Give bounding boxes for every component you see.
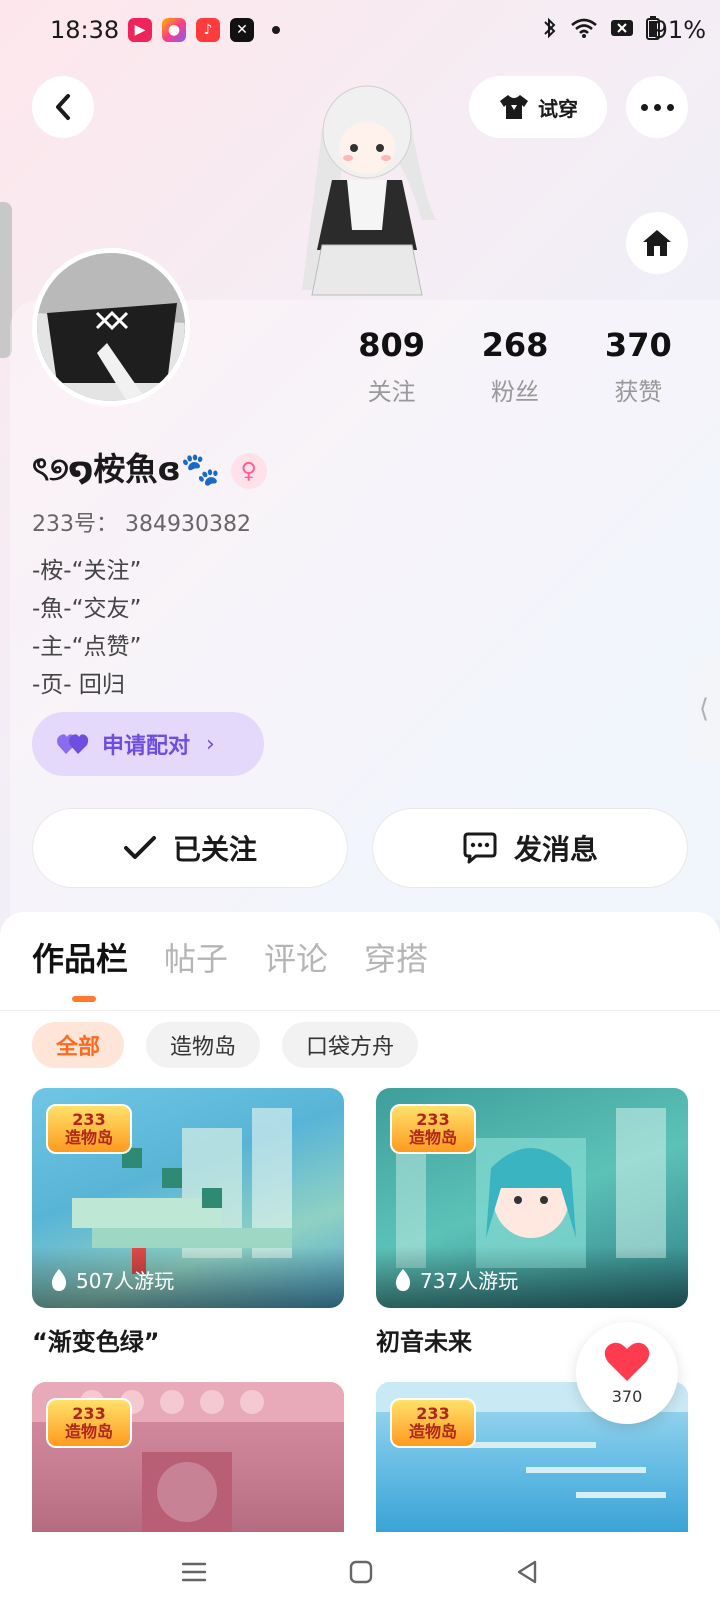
- bio-line: -页- 回归: [32, 672, 125, 698]
- battery-percent: 91%: [652, 16, 706, 44]
- stat-label: 粉丝: [490, 378, 539, 406]
- chevron-left-icon: [56, 94, 70, 120]
- bio-line: -桉-“关注”: [32, 558, 142, 584]
- followed-label: 已关注: [172, 833, 257, 866]
- followed-button[interactable]: 已关注: [32, 808, 348, 888]
- play-count: 737人游玩: [376, 1246, 688, 1308]
- stat-followers[interactable]: 268 粉丝: [453, 326, 576, 407]
- tab-works[interactable]: 作品栏: [32, 934, 128, 980]
- double-heart-icon: [57, 734, 89, 754]
- work-card[interactable]: 233 造物岛 507人游玩 “渐变色绿”: [32, 1088, 344, 1357]
- flame-icon: [51, 1269, 67, 1291]
- chip-all[interactable]: 全部: [32, 1022, 125, 1068]
- nickname-row: ৎ୭໑桉魚ɞ🐾 ♀: [32, 444, 267, 498]
- work-thumbnail: 233 造物岛: [32, 1382, 344, 1532]
- home-button[interactable]: [626, 212, 688, 274]
- home-icon: [643, 230, 671, 256]
- creation-island-badge: 233 造物岛: [46, 1398, 132, 1448]
- bluetooth-icon: [544, 17, 556, 39]
- wifi-icon: [571, 18, 597, 38]
- tab-comments[interactable]: 评论: [264, 934, 328, 980]
- more-notifications-dot: [272, 26, 280, 34]
- more-dot-icon: [653, 103, 661, 111]
- work-thumbnail: 233 造物岛 737人游玩: [376, 1088, 688, 1308]
- play-count-text: 507人游玩: [76, 1269, 175, 1293]
- status-time: 18:38: [50, 16, 120, 44]
- female-gender-icon: ♀: [230, 453, 267, 489]
- tab-outfits[interactable]: 穿搭: [364, 934, 428, 980]
- chip-pocket-ark[interactable]: 口袋方舟: [282, 1022, 419, 1068]
- tabs-divider: [0, 1010, 720, 1011]
- home-square-icon[interactable]: [348, 1559, 374, 1585]
- creation-island-badge: 233 造物岛: [390, 1104, 476, 1154]
- status-app-icons: ▶ ● ♪ ✕: [128, 18, 280, 42]
- status-indicators: [542, 16, 660, 40]
- send-message-label: 发消息: [513, 833, 598, 866]
- bio-line: -魚-“交友”: [32, 596, 142, 622]
- play-count-text: 737人游玩: [420, 1269, 519, 1293]
- bio: -桉-“关注” -魚-“交友” -主-“点赞” -页- 回归: [32, 552, 141, 704]
- work-card[interactable]: 233 造物岛: [32, 1382, 344, 1532]
- character-avatar-illustration: [302, 85, 437, 296]
- stat-value: 809: [358, 326, 426, 364]
- stat-label: 获赞: [614, 378, 663, 406]
- avatar-illustration: [37, 253, 185, 401]
- more-options-button[interactable]: [626, 76, 688, 138]
- like-count: 370: [611, 1386, 643, 1406]
- work-thumbnail: 233 造物岛 507人游玩: [32, 1088, 344, 1308]
- send-message-button[interactable]: 发消息: [372, 808, 688, 888]
- sim-blocked-icon: [611, 20, 633, 36]
- more-dot-icon: [640, 103, 648, 111]
- app-icon-capcut: ✕: [230, 18, 254, 42]
- status-bar: 18:38 ▶ ● ♪ ✕ 91%: [0, 0, 720, 66]
- app-icon-colorful: ●: [162, 18, 186, 42]
- more-dot-icon: [666, 103, 674, 111]
- system-nav-bar: [0, 1532, 720, 1612]
- chat-bubble-icon: [463, 832, 497, 864]
- check-icon: [123, 836, 156, 859]
- chip-creation-island[interactable]: 造物岛: [146, 1022, 261, 1068]
- like-button[interactable]: 370: [576, 1322, 678, 1424]
- work-card[interactable]: 233 造物岛 737人游玩 初音未来: [376, 1088, 688, 1357]
- stat-label: 关注: [367, 378, 416, 406]
- back-button[interactable]: [32, 76, 94, 138]
- filter-chips: 全部 造物岛 口袋方舟: [32, 1022, 419, 1068]
- chevron-right-icon: ›: [206, 731, 215, 757]
- stat-value: 268: [481, 326, 549, 364]
- stat-following[interactable]: 809 关注: [330, 326, 453, 407]
- creation-island-badge: 233 造物岛: [390, 1398, 476, 1448]
- nickname: ৎ୭໑桉魚ɞ🐾: [32, 450, 221, 488]
- app-icon-red: ▶: [128, 18, 152, 42]
- play-count: 507人游玩: [32, 1246, 344, 1308]
- back-triangle-icon[interactable]: [514, 1559, 540, 1585]
- tab-posts[interactable]: 帖子: [164, 934, 228, 980]
- tshirt-icon: [500, 95, 528, 119]
- bio-line: -主-“点赞”: [32, 634, 142, 660]
- stat-likes[interactable]: 370 获赞: [577, 326, 700, 407]
- profile-stats: 809 关注 268 粉丝 370 获赞: [330, 326, 700, 407]
- request-pair-label: 申请配对: [102, 734, 191, 759]
- work-title: “渐变色绿”: [32, 1328, 160, 1356]
- creation-island-badge: 233 造物岛: [46, 1104, 132, 1154]
- active-tab-indicator: [72, 996, 96, 1002]
- try-on-button[interactable]: 试穿: [469, 76, 607, 138]
- app-icon-music: ♪: [196, 18, 220, 42]
- flame-icon: [395, 1269, 411, 1291]
- stat-value: 370: [604, 326, 672, 364]
- avatar[interactable]: [32, 248, 190, 406]
- user-id[interactable]: 233号： 384930382: [32, 506, 251, 538]
- heart-icon: [604, 1342, 650, 1381]
- menu-icon[interactable]: [180, 1560, 208, 1584]
- request-pair-button[interactable]: 申请配对 ›: [32, 712, 264, 776]
- content-tabs: 作品栏 帖子 评论 穿搭: [32, 934, 428, 980]
- avatar-image: [37, 253, 185, 401]
- try-on-label: 试穿: [538, 96, 578, 121]
